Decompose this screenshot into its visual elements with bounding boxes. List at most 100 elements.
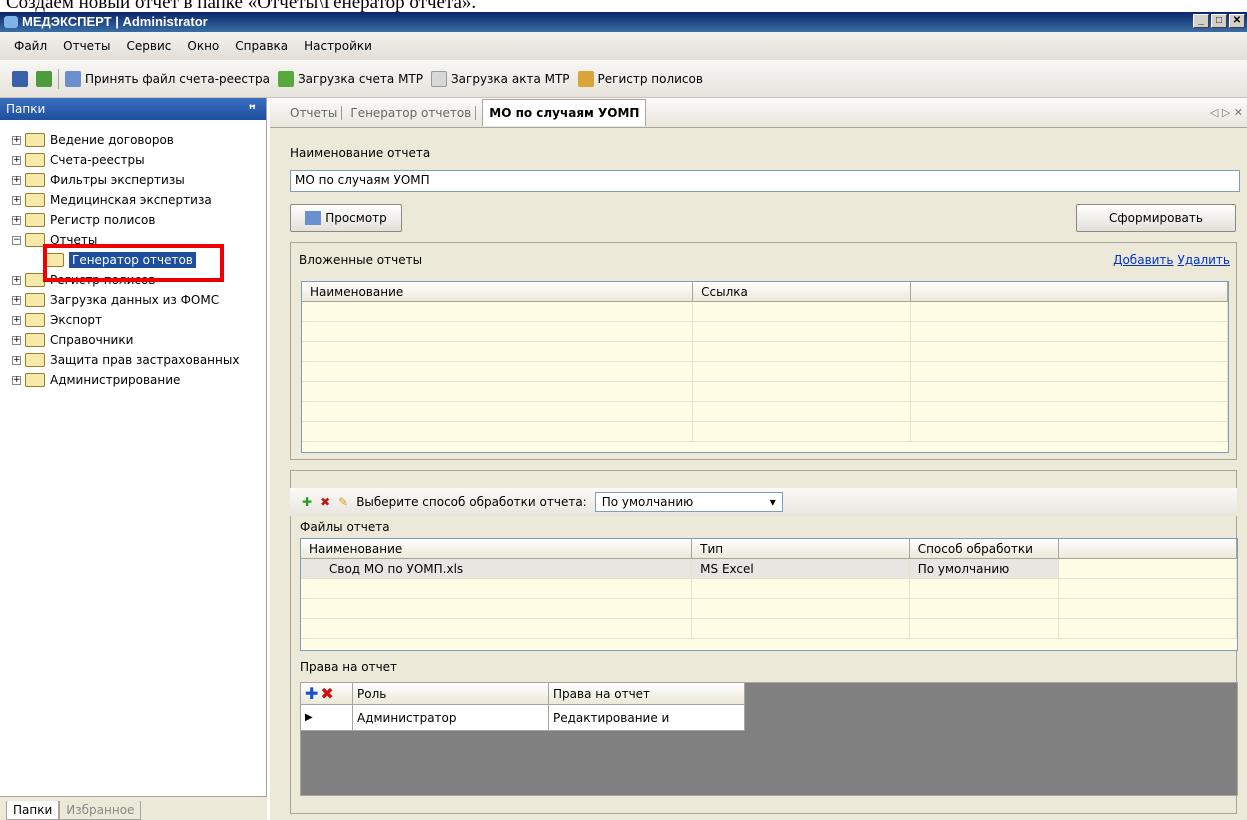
table-row[interactable] [302,402,1228,422]
tree-item-administration[interactable]: + Администрирование [0,370,266,390]
col-name[interactable]: Наименование [302,282,694,301]
tab-favorites[interactable]: Избранное [59,801,142,820]
save-button[interactable] [8,70,32,87]
delete-link[interactable]: Удалить [1178,253,1231,267]
table-row[interactable] [302,342,1228,362]
expand-icon[interactable]: + [12,215,21,225]
tree-item-medical-expertise[interactable]: + Медицинская экспертиза [0,190,266,210]
accept-file-icon [65,70,81,87]
processing-mode-select[interactable]: По умолчанию ▾ [594,492,783,512]
tree-item-directories[interactable]: + Справочники [0,330,266,350]
report-name-input[interactable]: МО по случаям УОМП [290,170,1240,192]
folders-panel: Папки ꟸ + Ведение договоров + Счета-реестры… [0,98,267,820]
nested-reports-grid[interactable]: Наименование Ссылка [301,281,1229,453]
expand-icon[interactable]: + [12,135,21,145]
tab-folders[interactable]: Папки [6,801,60,820]
table-row[interactable] [302,322,1228,342]
preview-icon [305,211,322,225]
col-rights[interactable]: Права на отчет [549,683,745,704]
tree-item-label: Защита прав застрахованных [50,353,240,367]
rights-grid[interactable]: ✚ ✖ Роль Права на отчет ▶ Администратор Р… [301,683,745,731]
preview-button[interactable]: Просмотр [290,204,402,232]
preview-label: Просмотр [325,211,387,225]
menu-reports[interactable]: Отчеты [55,39,118,53]
file-processing-cell[interactable]: По умолчанию [909,559,1060,578]
report-files-grid[interactable]: Наименование Тип Способ обработки Свод М… [300,538,1238,651]
tree-item-registries[interactable]: + Счета-реестры [0,150,266,170]
table-row[interactable]: Свод МО по УОМП.xls MS Excel По умолчани… [301,559,1237,579]
rights-cell[interactable]: Редактирование и [549,705,745,730]
refresh-button[interactable] [32,70,56,87]
tab-active-report[interactable]: МО по случаям УОМП [482,99,647,126]
col-processing[interactable]: Способ обработки [910,539,1060,558]
load-mtr-invoice-button[interactable]: Загрузка счета МТР [274,70,427,87]
file-type-cell[interactable]: MS Excel [692,559,910,578]
file-name-cell[interactable]: Свод МО по УОМП.xls [301,559,693,578]
toolbar-separator [58,68,59,89]
tab-report-generator[interactable]: Генератор отчетов [346,105,477,120]
document-icon [430,70,447,87]
table-row[interactable] [301,619,1237,639]
rights-title: Права на отчет [300,660,398,674]
load-mtr-act-button[interactable]: Загрузка акта МТР [427,70,574,87]
menu-help[interactable]: Справка [227,39,296,53]
expand-icon[interactable]: + [12,335,21,345]
collapse-icon[interactable]: − [12,235,21,245]
expand-icon[interactable]: + [12,375,21,385]
table-row[interactable] [302,302,1228,322]
expand-icon[interactable]: + [12,155,21,165]
folder-icon [25,353,45,367]
report-name-label: Наименование отчета [290,146,431,160]
tree-item-policy-register[interactable]: + Регистр полисов [0,210,266,230]
maximize-button[interactable]: □ [1211,14,1227,28]
tree-item-label: Медицинская экспертиза [50,193,212,207]
col-role[interactable]: Роль [353,683,549,704]
menu-service[interactable]: Сервис [119,39,180,53]
processing-mode-label: Выберите способ обработки отчета: [356,495,587,509]
add-role-icon[interactable]: ✚ [305,683,318,705]
delete-file-icon[interactable]: ✖ [320,495,330,509]
expand-icon[interactable]: + [12,275,21,285]
role-cell[interactable]: Администратор [353,705,549,730]
expand-icon[interactable]: + [12,295,21,305]
pin-icon[interactable]: ꟸ [249,98,256,120]
menu-file[interactable]: Файл [6,39,55,53]
expand-icon[interactable]: + [12,355,21,365]
expand-icon[interactable]: + [12,195,21,205]
rights-grid-area: ✚ ✖ Роль Права на отчет ▶ Администратор Р… [300,682,1238,796]
folder-icon [25,133,45,147]
tree-item-export[interactable]: + Экспорт [0,310,266,330]
minimize-button[interactable]: _ [1193,14,1209,28]
tree-item-label: Фильтры экспертизы [50,173,185,187]
col-link[interactable]: Ссылка [693,282,911,301]
generate-button[interactable]: Сформировать [1076,204,1236,232]
menu-window[interactable]: Окно [179,39,227,53]
delete-role-icon[interactable]: ✖ [320,683,333,705]
table-row[interactable] [301,599,1237,619]
col-type[interactable]: Тип [692,539,910,558]
tree-item-contracts[interactable]: + Ведение договоров [0,130,266,150]
folder-icon [25,193,45,207]
edit-file-icon[interactable]: ✎ [338,495,348,509]
menu-bar: Файл Отчеты Сервис Окно Справка Настройк… [0,32,1247,60]
expand-icon[interactable]: + [12,175,21,185]
menu-settings[interactable]: Настройки [296,39,380,53]
policy-register-button[interactable]: Регистр полисов [574,70,707,87]
tree-item-insured-rights[interactable]: + Защита прав застрахованных [0,350,266,370]
add-file-icon[interactable]: ✚ [302,495,312,509]
close-button[interactable]: ✕ [1229,14,1245,28]
tab-scroll-arrows-icon[interactable]: ◁ ▷ ✕ [1210,106,1243,119]
tree-item-filters[interactable]: + Фильтры экспертизы [0,170,266,190]
table-row[interactable] [302,362,1228,382]
table-row[interactable] [302,422,1228,442]
tab-reports[interactable]: Отчеты [286,105,343,120]
col-name[interactable]: Наименование [301,539,693,558]
accept-registry-button[interactable]: Принять файл счета-реестра [61,70,274,87]
tree-item-foms-import[interactable]: + Загрузка данных из ФОМС [0,290,266,310]
add-link[interactable]: Добавить [1113,253,1173,267]
table-row[interactable] [301,579,1237,599]
expand-icon[interactable]: + [12,315,21,325]
chevron-down-icon: ▾ [769,495,776,509]
table-row[interactable]: ▶ Администратор Редактирование и [301,705,745,731]
table-row[interactable] [302,382,1228,402]
